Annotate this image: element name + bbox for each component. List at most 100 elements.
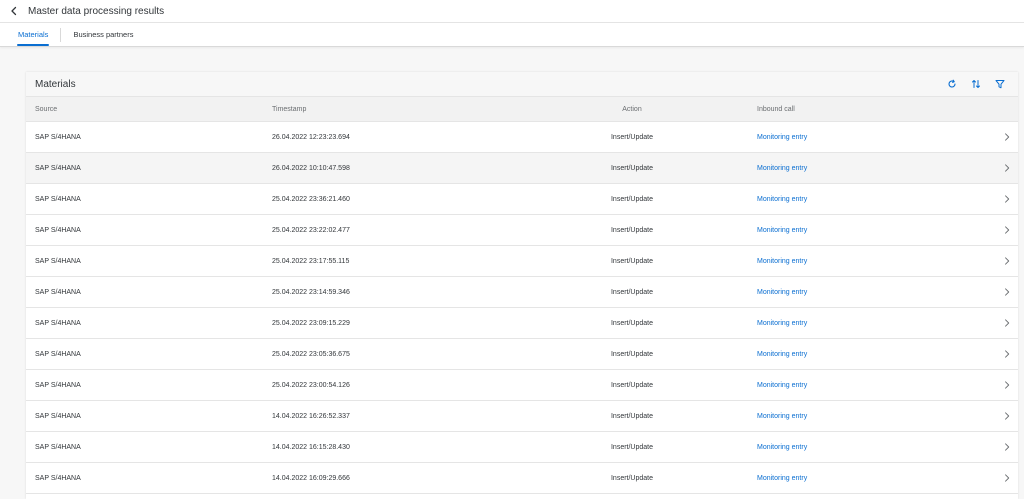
- table-row[interactable]: SAP S/4HANA 14.04.2022 16:26:52.337 Insert…: [26, 401, 1018, 432]
- monitoring-entry-link[interactable]: Monitoring entry: [757, 475, 807, 482]
- cell-source: SAP S/4HANA: [35, 257, 81, 265]
- chevron-right-icon: [1005, 412, 1010, 420]
- cell-timestamp: 14.04.2022 16:09:29.666: [272, 474, 350, 482]
- chevron-right-icon: [1005, 474, 1010, 482]
- cell-action: Insert/Update: [610, 319, 654, 327]
- monitoring-entry-link[interactable]: Monitoring entry: [757, 351, 807, 358]
- monitoring-entry-link[interactable]: Monitoring entry: [757, 289, 807, 296]
- row-navigation-button[interactable]: [1002, 225, 1012, 235]
- monitoring-entry-link[interactable]: Monitoring entry: [757, 382, 807, 389]
- cell-source: SAP S/4HANA: [35, 350, 81, 358]
- monitoring-entry-link[interactable]: Monitoring entry: [757, 444, 807, 451]
- table-row[interactable]: SAP S/4HANA 26.04.2022 10:10:47.598 Insert…: [26, 153, 1018, 184]
- cell-source: SAP S/4HANA: [35, 164, 81, 172]
- table-row[interactable]: SAP S/4HANA 25.04.2022 23:22:02.477 Insert…: [26, 215, 1018, 246]
- column-header-action[interactable]: Action: [608, 106, 656, 113]
- table-row[interactable]: SAP S/4HANA 25.04.2022 23:09:15.229 Insert…: [26, 308, 1018, 339]
- tab-business-partners[interactable]: Business partners: [65, 22, 141, 46]
- column-header-timestamp[interactable]: Timestamp: [272, 106, 306, 113]
- cell-source: SAP S/4HANA: [35, 133, 81, 141]
- cell-timestamp: 14.04.2022 16:15:28.430: [272, 443, 350, 451]
- cell-action: Insert/Update: [610, 288, 654, 296]
- cell-source: SAP S/4HANA: [35, 226, 81, 234]
- table-actions: [942, 74, 1010, 94]
- chevron-right-icon: [1005, 288, 1010, 296]
- sort-icon: [972, 80, 980, 88]
- monitoring-entry-link[interactable]: Monitoring entry: [757, 413, 807, 420]
- cell-action: Insert/Update: [610, 226, 654, 234]
- row-navigation-button[interactable]: [1002, 318, 1012, 328]
- cell-source: SAP S/4HANA: [35, 319, 81, 327]
- cell-timestamp: 25.04.2022 23:05:36.675: [272, 350, 350, 358]
- table-row[interactable]: SAP S/4HANA 26.04.2022 12:23:23.694 Insert…: [26, 122, 1018, 153]
- table-row[interactable]: SAP S/4HANA 25.04.2022 23:17:55.115 Insert…: [26, 246, 1018, 277]
- cell-timestamp: 25.04.2022 23:36:21.460: [272, 195, 350, 203]
- cell-timestamp: 26.04.2022 12:23:23.694: [272, 133, 350, 141]
- chevron-right-icon: [1005, 195, 1010, 203]
- table-row[interactable]: SAP S/4HANA 14.04.2022 16:15:28.430 Insert…: [26, 432, 1018, 463]
- table-toolbar: Materials: [26, 72, 1018, 96]
- cell-timestamp: 14.04.2022 16:26:52.337: [272, 412, 350, 420]
- table-row[interactable]: SAP S/4HANA 25.04.2022 23:05:36.675 Insert…: [26, 339, 1018, 370]
- column-header-inbound-call[interactable]: Inbound call: [757, 106, 795, 113]
- row-navigation-button[interactable]: [1002, 163, 1012, 173]
- row-navigation-button[interactable]: [1002, 473, 1012, 483]
- row-navigation-button[interactable]: [1002, 287, 1012, 297]
- filter-button[interactable]: [990, 74, 1010, 94]
- cell-action: Insert/Update: [610, 257, 654, 265]
- row-navigation-button[interactable]: [1002, 256, 1012, 266]
- column-header-source[interactable]: Source: [35, 106, 57, 113]
- page-title: Master data processing results: [28, 5, 165, 17]
- chevron-right-icon: [1005, 164, 1010, 172]
- cell-source: SAP S/4HANA: [35, 443, 81, 451]
- chevron-right-icon: [1005, 257, 1010, 265]
- chevron-left-icon: [11, 6, 17, 16]
- cell-action: Insert/Update: [610, 412, 654, 420]
- tab-separator: [60, 27, 62, 42]
- cell-timestamp: 25.04.2022 23:22:02.477: [272, 226, 350, 234]
- tab-bar: Materials Business partners: [0, 23, 1024, 47]
- table-header-row: Source Timestamp Action Inbound call: [26, 96, 1018, 122]
- row-navigation-button[interactable]: [1002, 442, 1012, 452]
- shell-header: Master data processing results: [0, 0, 1024, 23]
- table-row[interactable]: SAP S/4HANA 14.04.2022 16:09:29.666 Insert…: [26, 463, 1018, 494]
- cell-action: Insert/Update: [610, 195, 654, 203]
- monitoring-entry-link[interactable]: Monitoring entry: [757, 134, 807, 141]
- chevron-right-icon: [1005, 319, 1010, 327]
- row-navigation-button[interactable]: [1002, 411, 1012, 421]
- chevron-right-icon: [1005, 226, 1010, 234]
- table-row[interactable]: SAP S/4HANA 25.04.2022 23:36:21.460 Insert…: [26, 184, 1018, 215]
- back-button[interactable]: [0, 0, 28, 23]
- tab-materials[interactable]: Materials: [10, 22, 56, 46]
- cell-source: SAP S/4HANA: [35, 474, 81, 482]
- monitoring-entry-link[interactable]: Monitoring entry: [757, 320, 807, 327]
- cell-action: Insert/Update: [610, 350, 654, 358]
- cell-timestamp: 26.04.2022 10:10:47.598: [272, 164, 350, 172]
- cell-action: Insert/Update: [610, 474, 654, 482]
- cell-timestamp: 25.04.2022 23:00:54.126: [272, 381, 350, 389]
- monitoring-entry-link[interactable]: Monitoring entry: [757, 258, 807, 265]
- monitoring-entry-link[interactable]: Monitoring entry: [757, 165, 807, 172]
- table-row[interactable]: SAP S/4HANA 25.04.2022 23:14:59.346 Insert…: [26, 277, 1018, 308]
- monitoring-entry-link[interactable]: Monitoring entry: [757, 227, 807, 234]
- cell-action: Insert/Update: [610, 133, 654, 141]
- row-navigation-button[interactable]: [1002, 132, 1012, 142]
- materials-table-card: Materials Source Timestamp Action Inboun…: [26, 72, 1018, 499]
- cell-action: Insert/Update: [610, 381, 654, 389]
- chevron-right-icon: [1005, 133, 1010, 141]
- row-navigation-button[interactable]: [1002, 380, 1012, 390]
- row-navigation-button[interactable]: [1002, 194, 1012, 204]
- table-body: SAP S/4HANA 26.04.2022 12:23:23.694 Insert…: [26, 122, 1018, 494]
- row-navigation-button[interactable]: [1002, 349, 1012, 359]
- table-row[interactable]: SAP S/4HANA 25.04.2022 23:00:54.126 Insert…: [26, 370, 1018, 401]
- table-title: Materials: [35, 78, 76, 90]
- cell-source: SAP S/4HANA: [35, 288, 81, 296]
- refresh-button[interactable]: [942, 74, 962, 94]
- sort-button[interactable]: [966, 74, 986, 94]
- cell-timestamp: 25.04.2022 23:09:15.229: [272, 319, 350, 327]
- cell-timestamp: 25.04.2022 23:17:55.115: [272, 257, 350, 265]
- cell-timestamp: 25.04.2022 23:14:59.346: [272, 288, 350, 296]
- cell-source: SAP S/4HANA: [35, 195, 81, 203]
- refresh-icon: [948, 79, 956, 88]
- monitoring-entry-link[interactable]: Monitoring entry: [757, 196, 807, 203]
